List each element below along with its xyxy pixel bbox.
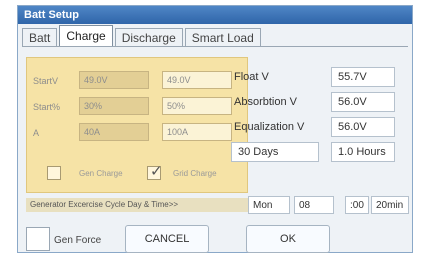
tab-discharge[interactable]: Discharge xyxy=(114,28,183,47)
tab-batt[interactable]: Batt xyxy=(22,28,58,47)
generator-exercise-label: Generator Excercise Cycle Day & Time>> xyxy=(26,198,248,212)
gen-force-label: Gen Force xyxy=(54,235,102,246)
check-icon: ✓ xyxy=(150,163,163,180)
equalization-v-label: Equalization V xyxy=(234,121,305,133)
grid-charge-label: Grid Charge xyxy=(173,169,217,178)
window-title: Batt Setup xyxy=(18,6,412,24)
tab-charge[interactable]: Charge xyxy=(59,25,113,47)
gen-charge-checkbox[interactable] xyxy=(47,166,61,180)
absorption-v-label: Absorbtion V xyxy=(234,96,297,108)
ok-button[interactable]: OK xyxy=(246,225,330,253)
gen-charge-label: Gen Charge xyxy=(79,169,123,178)
tab-smart-load[interactable]: Smart Load xyxy=(184,28,261,47)
amps-grid-field[interactable]: 100A xyxy=(162,123,232,141)
equalization-hours-field[interactable]: 1.0 Hours xyxy=(331,142,395,162)
start-pct-grid-field[interactable]: 50% xyxy=(162,97,232,115)
amps-gen-field[interactable]: 40A xyxy=(79,123,149,141)
gen-exercise-duration-field[interactable]: 20min xyxy=(371,196,409,214)
gen-force-checkbox[interactable] xyxy=(26,227,50,251)
grid-charge-checkbox[interactable]: ✓ xyxy=(147,163,163,180)
batt-setup-window: Batt Setup Batt Charge Discharge Smart L… xyxy=(17,5,413,253)
tab-bar: Batt Charge Discharge Smart Load xyxy=(22,25,408,47)
equalization-days-field[interactable]: 30 Days xyxy=(231,142,319,162)
amps-label: A xyxy=(33,128,40,138)
start-pct-label: Start% xyxy=(33,102,61,112)
start-v-label: StartV xyxy=(33,76,59,86)
charge-source-panel: StartV 49.0V 49.0V Start% 30% 50% A 40A … xyxy=(26,57,248,193)
float-v-label: Float V xyxy=(234,71,269,83)
absorption-v-field[interactable]: 56.0V xyxy=(331,92,395,112)
start-v-gen-field[interactable]: 49.0V xyxy=(79,71,149,89)
tab-divider xyxy=(22,46,408,47)
gen-exercise-minute-field[interactable]: :00 xyxy=(345,196,369,214)
start-pct-gen-field[interactable]: 30% xyxy=(79,97,149,115)
gen-exercise-hour-field[interactable]: 08 xyxy=(294,196,334,214)
equalization-v-field[interactable]: 56.0V xyxy=(331,117,395,137)
float-v-field[interactable]: 55.7V xyxy=(331,67,395,87)
cancel-button[interactable]: CANCEL xyxy=(125,225,209,253)
gen-exercise-day-field[interactable]: Mon xyxy=(248,196,290,214)
start-v-grid-field[interactable]: 49.0V xyxy=(162,71,232,89)
